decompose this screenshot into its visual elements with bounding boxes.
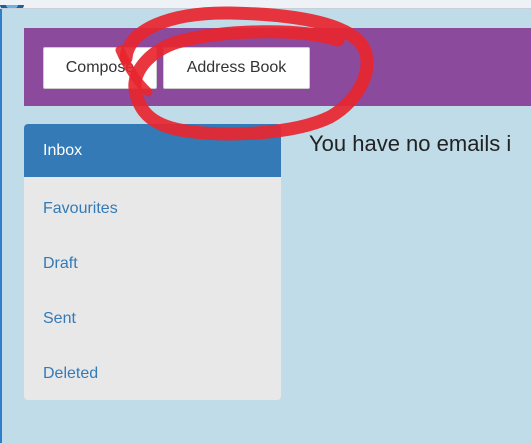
compose-button[interactable]: Compose — [43, 47, 157, 89]
left-edge-bar — [0, 9, 2, 443]
sidebar-item-sent[interactable]: Sent — [24, 292, 281, 345]
sidebar-item-inbox[interactable]: Inbox — [24, 124, 281, 177]
sidebar-item-draft[interactable]: Draft — [24, 237, 281, 290]
sidebar-item-favourites[interactable]: Favourites — [24, 182, 281, 235]
toolbar: Compose Address Book — [24, 28, 531, 106]
address-book-button[interactable]: Address Book — [163, 47, 310, 89]
folder-sidebar: Inbox Favourites Draft Sent Deleted — [24, 124, 281, 400]
browser-top-strip — [0, 0, 531, 9]
empty-inbox-message: You have no emails i — [309, 131, 512, 156]
corner-logo-icon — [0, 0, 26, 8]
sidebar-item-deleted[interactable]: Deleted — [24, 347, 281, 400]
